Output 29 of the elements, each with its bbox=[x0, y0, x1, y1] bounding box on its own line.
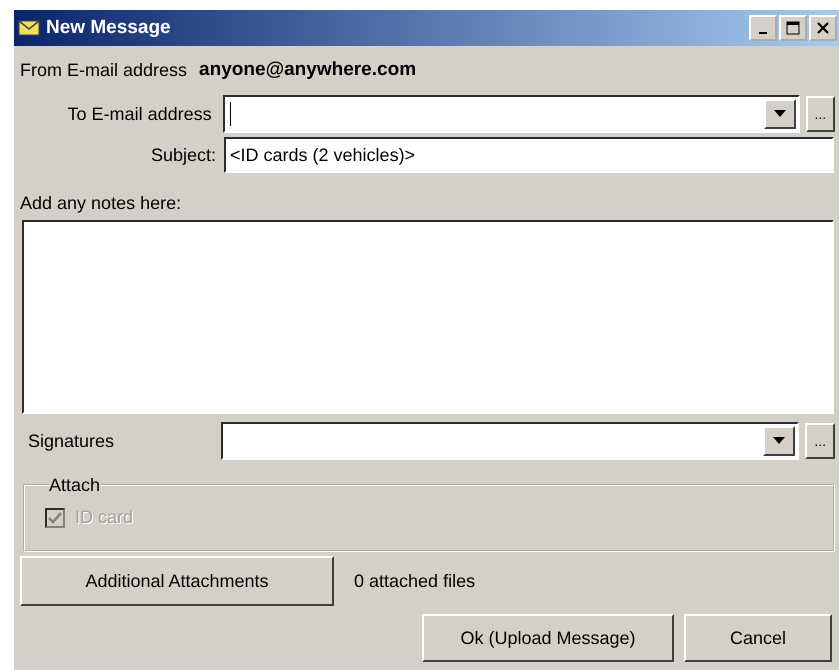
signatures-label: Signatures bbox=[27, 430, 116, 453]
signatures-combo[interactable] bbox=[220, 422, 800, 460]
cancel-button[interactable]: Cancel bbox=[684, 614, 832, 662]
subject-label: Subject: bbox=[150, 144, 216, 167]
notes-field[interactable] bbox=[22, 220, 834, 414]
envelope-icon bbox=[18, 20, 40, 36]
window-title: New Message bbox=[46, 16, 171, 40]
caret-icon bbox=[773, 437, 786, 445]
close-button[interactable] bbox=[809, 15, 837, 41]
close-icon bbox=[816, 21, 830, 35]
minimize-button[interactable] bbox=[749, 15, 777, 41]
to-address-combo[interactable] bbox=[222, 95, 800, 133]
maximize-icon bbox=[786, 21, 800, 35]
additional-attachments-button[interactable]: Additional Attachments bbox=[20, 556, 334, 606]
browse-button[interactable]: ... bbox=[805, 423, 835, 459]
browse-button[interactable]: ... bbox=[806, 96, 835, 132]
maximize-button[interactable] bbox=[779, 15, 807, 41]
attached-count: 0 attached files bbox=[354, 570, 476, 592]
notes-label: Add any notes here: bbox=[20, 192, 182, 215]
dropdown-button[interactable] bbox=[764, 99, 796, 129]
from-label: From E-mail address bbox=[20, 58, 188, 82]
dropdown-button[interactable] bbox=[763, 426, 796, 456]
minimize-icon bbox=[759, 32, 767, 34]
from-address: anyone@anywhere.com bbox=[199, 58, 416, 82]
subject-field[interactable]: <ID cards (2 vehicles)> bbox=[224, 137, 834, 173]
to-label: To E-mail address bbox=[66, 102, 212, 126]
ok-button[interactable]: Ok (Upload Message) bbox=[422, 614, 674, 662]
caret-icon bbox=[774, 110, 786, 118]
attach-legend: Attach bbox=[49, 476, 100, 494]
